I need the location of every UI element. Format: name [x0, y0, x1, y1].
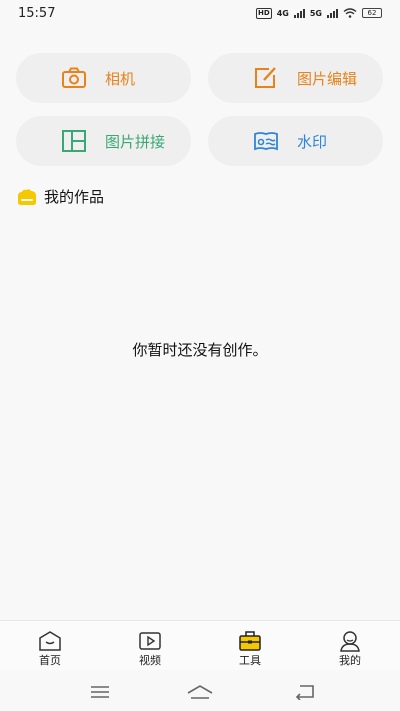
works-header: 我的作品	[16, 186, 104, 207]
status-bar: 15:57 HD 4G 5G 62	[0, 0, 400, 26]
image-collage-label: 图片拼接	[105, 133, 166, 151]
menu-icon[interactable]	[90, 684, 110, 700]
toolbox-icon	[239, 631, 261, 651]
camera-icon	[62, 67, 86, 88]
system-nav-bar	[0, 672, 400, 711]
tab-video[interactable]: 视频	[120, 621, 180, 671]
bottom-tab-bar: 首页 视频 工具 我的	[0, 620, 400, 670]
tab-video-label: 视频	[139, 654, 161, 667]
status-time: 15:57	[18, 5, 56, 21]
tab-mine[interactable]: 我的	[320, 621, 380, 671]
image-edit-button[interactable]: 图片编辑	[208, 53, 383, 103]
edit-icon	[255, 67, 276, 88]
tab-tools[interactable]: 工具	[220, 621, 280, 671]
app-screen: 15:57 HD 4G 5G 62 相机 图片编辑 图片拼接 水印 我的作品 你…	[0, 0, 400, 711]
works-icon	[18, 188, 36, 205]
network-4g-label: 4G	[276, 8, 289, 18]
camera-button[interactable]: 相机	[16, 53, 191, 103]
home-nav-icon[interactable]	[186, 684, 214, 700]
status-indicators: HD 4G 5G 62	[256, 7, 382, 19]
hd-badge: HD	[256, 7, 272, 19]
home-icon	[39, 631, 61, 651]
watermark-icon	[254, 132, 278, 151]
network-5g-label: 5G	[309, 8, 322, 18]
image-edit-label: 图片编辑	[297, 70, 358, 88]
empty-state-message: 你暂时还没有创作。	[132, 341, 268, 359]
signal-icon-2	[327, 8, 338, 18]
works-title: 我的作品	[44, 188, 105, 206]
watermark-button[interactable]: 水印	[208, 116, 383, 166]
profile-icon	[340, 631, 360, 652]
signal-icon	[293, 8, 305, 18]
tab-mine-label: 我的	[339, 654, 361, 667]
tab-tools-label: 工具	[239, 654, 261, 667]
camera-label: 相机	[105, 70, 136, 88]
watermark-label: 水印	[297, 133, 328, 151]
tab-home[interactable]: 首页	[20, 621, 80, 671]
back-icon[interactable]	[294, 684, 316, 700]
video-icon	[139, 632, 161, 650]
image-collage-button[interactable]: 图片拼接	[16, 116, 191, 166]
collage-icon	[62, 130, 86, 152]
tab-home-label: 首页	[39, 654, 61, 667]
wifi-icon	[343, 8, 357, 18]
battery-icon: 62	[362, 8, 382, 18]
